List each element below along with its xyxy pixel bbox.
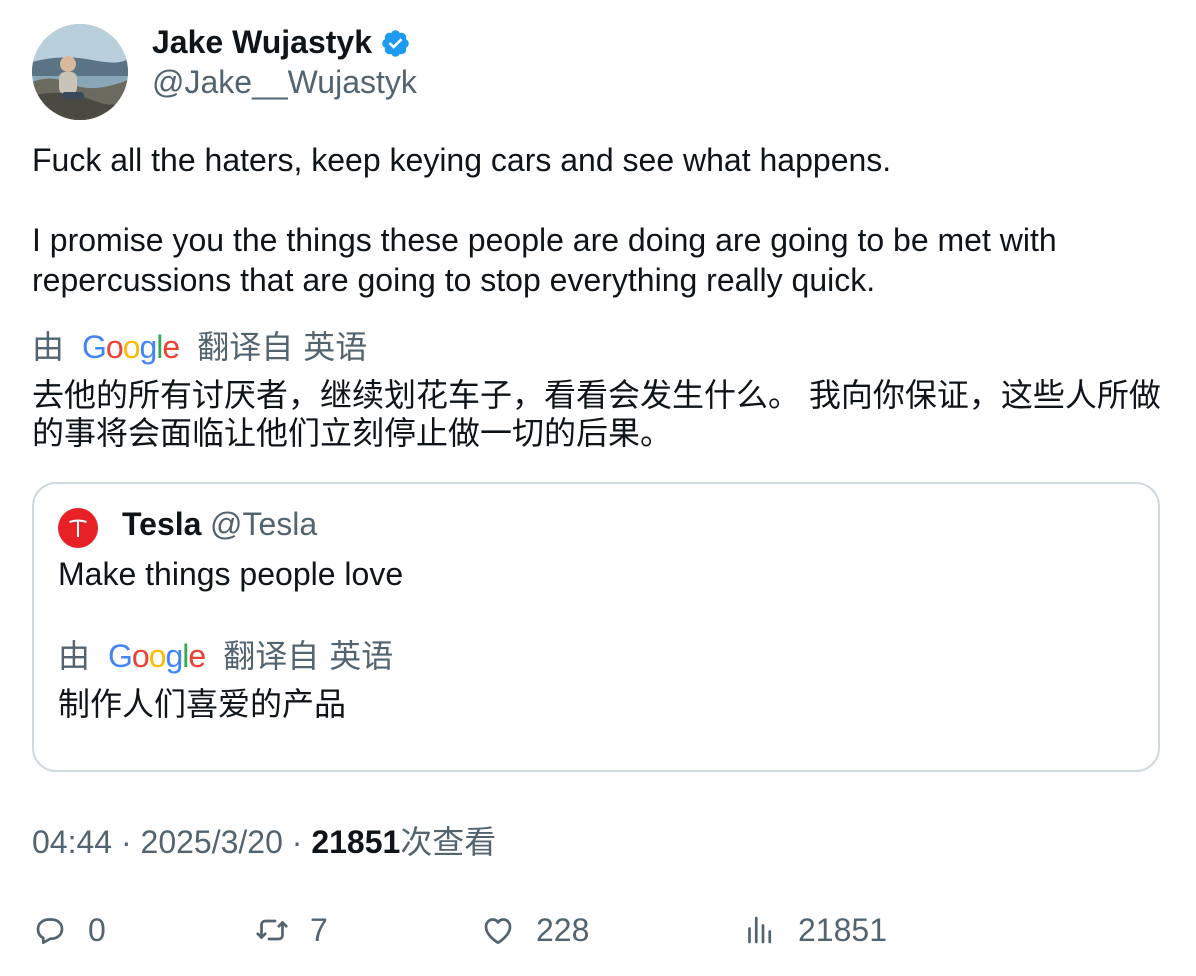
retweet-button[interactable]: 7 [254,908,328,952]
quoted-translation-attribution: 由 Google 翻译自 英语 [58,636,393,676]
tweet-date[interactable]: 2025/3/20 [141,824,283,860]
translation-attribution: 由 Google 翻译自 英语 [32,327,367,367]
reply-icon [36,918,64,945]
author-handle[interactable]: @Jake__Wujastyk [152,62,417,102]
meta-separator-2: · [282,824,312,860]
quoted-tweet-card[interactable]: Tesla @Tesla Make things people love 由 G… [32,482,1160,772]
like-icon [484,918,512,945]
tesla-avatar[interactable] [58,508,98,548]
meta-separator-1: · [112,824,141,860]
google-logo: Google [82,329,180,365]
source-language: 英语 [303,329,368,365]
retweet-icon [256,919,288,941]
author-avatar[interactable] [32,24,128,120]
tweet-text: Fuck all the haters, keep keying cars an… [32,142,1057,298]
tweet-translation: 去他的所有讨厌者，继续划花车子，看看会发生什么。 我向你保证，这些人所做的事将会… [32,377,1161,451]
author-display-name[interactable]: Jake Wujastyk [152,22,372,62]
views-button[interactable]: 21851 [742,908,887,952]
views-label: 次查看 [400,824,497,860]
verified-badge-icon [382,30,409,57]
quoted-translated-by-label: 由 [58,638,91,674]
quoted-author-handle[interactable]: @Tesla [210,504,317,544]
views-icon [748,916,772,944]
views-action-count: 21851 [798,911,887,948]
quoted-source-language: 英语 [329,638,394,674]
retweet-count: 7 [310,911,328,948]
tweet-meta: 04:44 · 2025/3/20 · 21851次查看 [32,822,496,862]
views-count: 21851 [311,824,401,860]
reply-count: 0 [88,911,106,948]
quoted-tweet-text: Make things people love [58,556,404,592]
quoted-google-logo: Google [108,638,206,674]
quoted-tweet-translation: 制作人们喜爱的产品 [58,686,347,722]
tesla-logo-icon [69,519,87,537]
like-count: 228 [536,911,590,948]
quoted-translated-from-label: 翻译自 [223,638,320,674]
quoted-author-name[interactable]: Tesla [122,504,201,544]
like-button[interactable]: 228 [480,908,589,952]
reply-button[interactable]: 0 [32,908,106,952]
translated-from-label: 翻译自 [197,329,294,365]
tweet-time[interactable]: 04:44 [32,824,112,860]
translated-by-label: 由 [32,329,65,365]
